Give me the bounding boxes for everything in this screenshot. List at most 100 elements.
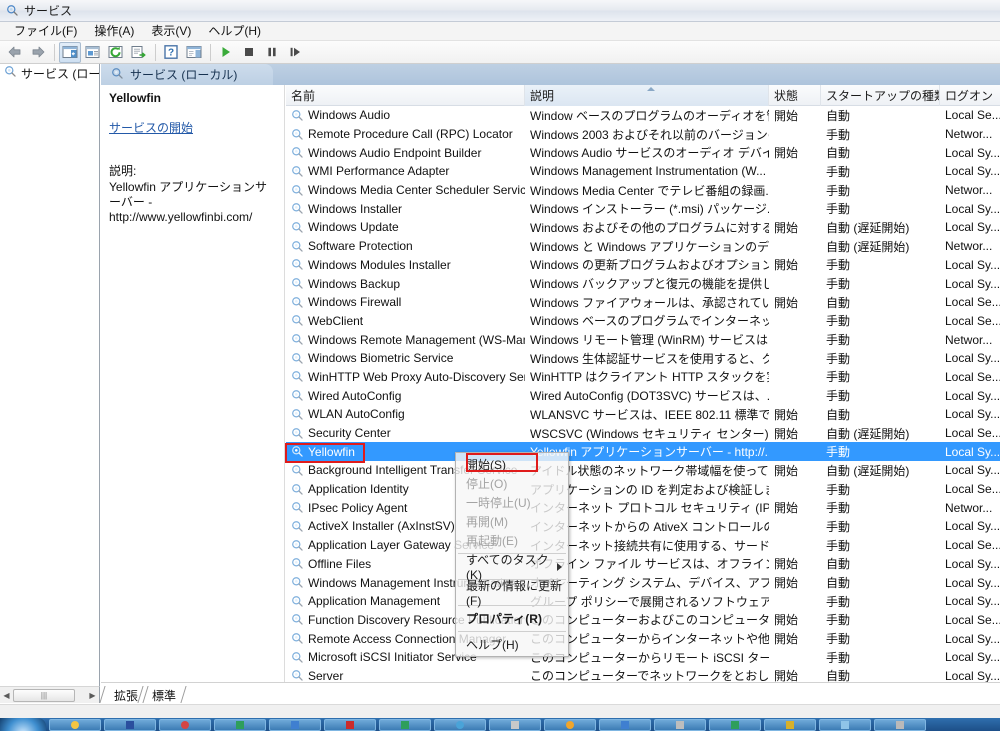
table-row[interactable]: IPsec Policy Agent インターネット プロトコル セキュリティ (… [286, 498, 1000, 517]
menu-item-view[interactable]: 表示(V) [143, 21, 200, 41]
context-menu-item-all-tasks[interactable]: すべてのタスク(K) [456, 553, 568, 582]
table-row[interactable]: Offline Files オフライン ファイル サービスは、オフライン ... 開… [286, 555, 1000, 574]
tree-horizontal-scrollbar[interactable]: ◀ ||| ▶ [0, 686, 100, 703]
properties-window-button[interactable] [82, 42, 104, 63]
forward-button[interactable] [27, 42, 49, 63]
menu-item-help[interactable]: ヘルプ(H) [200, 21, 270, 41]
back-button[interactable] [4, 42, 26, 63]
taskbar-item[interactable] [269, 718, 321, 731]
results-tab-services-local[interactable]: サービス (ローカル) [101, 64, 273, 85]
restart-service-button[interactable] [284, 42, 306, 63]
taskbar-item[interactable] [104, 718, 156, 731]
column-header-startup-type[interactable]: スタートアップの種類 [821, 85, 940, 106]
help-button[interactable]: ? [160, 42, 182, 63]
table-row[interactable]: Function Discovery Resource Publication こ… [286, 611, 1000, 630]
taskbar-item[interactable] [654, 718, 706, 731]
toolbar-separator [54, 43, 55, 61]
cell-service-name: WinHTTP Web Proxy Auto-Discovery Ser... [286, 370, 525, 384]
table-row[interactable]: Windows Modules Installer Windows の更新プログラ… [286, 256, 1000, 275]
cell-logon-as: Local Sy... [945, 519, 1000, 534]
show-action-pane-button[interactable] [183, 42, 205, 63]
scroll-thumb[interactable]: ||| [13, 688, 75, 702]
taskbar-item[interactable] [214, 718, 266, 731]
context-menu-item-help[interactable]: ヘルプ(H) [456, 635, 568, 654]
column-header-row: 名前 説明 状態 スタートアップの種類 ログオン [286, 85, 1000, 106]
column-header-name[interactable]: 名前 [286, 85, 525, 106]
table-row[interactable]: Software Protection Windows と Windows アプリ… [286, 237, 1000, 256]
cell-logon-as: Local Sy... [945, 276, 1000, 291]
table-row[interactable]: WebClient Windows ベースのプログラムでインターネッ... 手動 Lo… [286, 312, 1000, 331]
cell-logon-as: Local Sy... [945, 650, 1000, 665]
taskbar-item[interactable] [819, 718, 871, 731]
table-row[interactable]: Application Layer Gateway Service インターネット… [286, 536, 1000, 555]
table-row[interactable]: Background Intelligent Transfer Service ア… [286, 461, 1000, 480]
table-row[interactable]: Windows Management Instrumentation オペレーティ… [286, 573, 1000, 592]
table-row[interactable]: Windows Remote Management (WS-Man... Wind… [286, 330, 1000, 349]
taskbar-item[interactable] [874, 718, 926, 731]
cell-logon-as: Local Sy... [945, 631, 1000, 646]
cell-service-name: Windows Backup [286, 277, 525, 291]
taskbar-item[interactable] [324, 718, 376, 731]
context-menu-item-refresh[interactable]: 最新の情報に更新(F) [456, 579, 568, 608]
column-header-description[interactable]: 説明 [525, 85, 769, 106]
table-row[interactable]: Windows Firewall Windows ファイアウォールは、承認されてい… [286, 293, 1000, 312]
table-row[interactable]: Windows Audio Endpoint Builder Windows Au… [286, 143, 1000, 162]
table-row[interactable]: Security Center WSCSVC (Windows セキュリティ セン… [286, 424, 1000, 443]
table-row[interactable]: ActiveX Installer (AxInstSV) インターネットからの A… [286, 517, 1000, 536]
pause-service-button[interactable] [261, 42, 283, 63]
tree-item-services-local[interactable]: サービス (ローカル) [0, 64, 99, 82]
taskbar-item[interactable] [764, 718, 816, 731]
table-row[interactable]: Server このコンピューターでネットワークをとおして... 開始 自動 Local … [286, 667, 1000, 682]
tab-standard[interactable]: 標準 [145, 686, 183, 703]
table-row[interactable]: Remote Access Connection Manager このコンピュータ… [286, 629, 1000, 648]
context-menu-item-start[interactable]: 開始(S) [456, 455, 568, 474]
table-row[interactable]: Windows Audio Window ベースのプログラムのオーディオを管...… [286, 106, 1000, 125]
cell-startup-type: 手動 [826, 445, 851, 460]
taskbar-item[interactable] [709, 718, 761, 731]
table-row[interactable]: WLAN AutoConfig WLANSVC サービスは、IEEE 802.11… [286, 405, 1000, 424]
refresh-button[interactable] [105, 42, 127, 63]
table-row[interactable]: Yellowfin Yellowfin アプリケーションサーバー - http:/… [286, 442, 1000, 462]
cell-logon-as: Local Se... [945, 313, 1000, 328]
table-row[interactable]: Wired AutoConfig Wired AutoConfig (DOT3SV… [286, 386, 1000, 405]
taskbar-item[interactable] [49, 718, 101, 731]
menu-item-action[interactable]: 操作(A) [86, 21, 143, 41]
taskbar-item[interactable] [599, 718, 651, 731]
table-row[interactable]: WinHTTP Web Proxy Auto-Discovery Ser... W… [286, 368, 1000, 387]
export-list-button[interactable] [128, 42, 150, 63]
taskbar-item[interactable] [159, 718, 211, 731]
table-row[interactable]: Windows Backup Windows バックアップと復元の機能を提供し..… [286, 274, 1000, 293]
start-service-button[interactable] [215, 42, 237, 63]
cell-service-name: Windows Update [286, 220, 525, 234]
context-menu-item-properties[interactable]: プロパティ(R) [456, 609, 568, 628]
cell-logon-as: Local Se... [945, 426, 1000, 441]
table-row[interactable]: WMI Performance Adapter Windows Managemen… [286, 162, 1000, 181]
table-row[interactable]: Remote Procedure Call (RPC) Locator Windo… [286, 125, 1000, 144]
taskbar-item[interactable] [489, 718, 541, 731]
table-row[interactable]: Windows Installer Windows インストーラー (*.msi)… [286, 199, 1000, 218]
stop-service-button[interactable] [238, 42, 260, 63]
column-header-state[interactable]: 状態 [769, 85, 821, 106]
start-service-link[interactable]: サービスの開始 [109, 119, 193, 136]
table-row[interactable]: Microsoft iSCSI Initiator Service このコンピュー… [286, 648, 1000, 667]
column-header-logon[interactable]: ログオン [940, 85, 1000, 106]
cell-startup-type: 手動 [826, 594, 851, 609]
table-row[interactable]: Windows Media Center Scheduler Service Wi… [286, 181, 1000, 200]
menu-item-file[interactable]: ファイル(F) [6, 21, 86, 41]
cell-description: Windows リモート管理 (WinRM) サービスは... [530, 333, 769, 348]
table-row[interactable]: Application Identity アプリケーションの ID を判定および検… [286, 480, 1000, 499]
table-row[interactable]: Windows Biometric Service Windows 生体認証サービ… [286, 349, 1000, 368]
taskbar-item[interactable] [379, 718, 431, 731]
scroll-left-arrow[interactable]: ◀ [0, 689, 13, 702]
cell-service-name: Windows Remote Management (WS-Man... [286, 333, 525, 347]
show-hide-console-tree-button[interactable] [59, 41, 81, 63]
window-title: サービス [24, 4, 73, 18]
cell-service-name: Windows Media Center Scheduler Service [286, 183, 525, 197]
start-button[interactable] [0, 718, 46, 731]
table-row[interactable]: Application Management グループ ポリシーで展開されるソフト… [286, 592, 1000, 611]
taskbar-item[interactable] [434, 718, 486, 731]
table-row[interactable]: Windows Update Windows およびその他のプログラムに対する..… [286, 218, 1000, 237]
taskbar-item[interactable] [544, 718, 596, 731]
scroll-right-arrow[interactable]: ▶ [86, 689, 99, 702]
services-gear-icon [291, 557, 304, 570]
